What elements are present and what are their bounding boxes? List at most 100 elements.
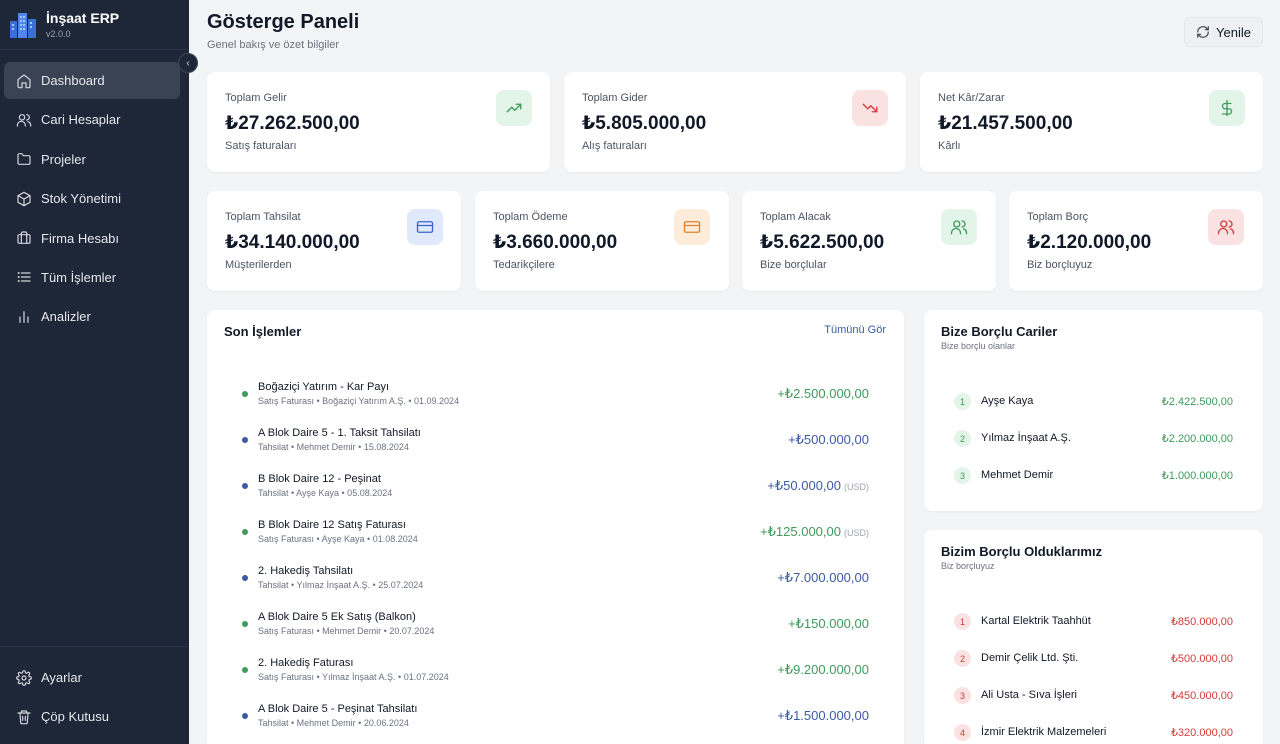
transaction-amount: +₺150.000,00: [788, 616, 869, 632]
transaction-row[interactable]: 2. Hakediş Faturası Satış Faturası • Yıl…: [207, 650, 904, 696]
stat-card-net-kar-zarar: Net Kâr/Zarar ₺21.457.500,00 Kârlı: [920, 72, 1263, 172]
stat-card-toplam-alacak: Toplam Alacak ₺5.622.500,00 Bize borçlul…: [742, 191, 996, 291]
nav-item-cari-hesaplar[interactable]: Cari Hesaplar: [4, 101, 180, 138]
nav-item-dashboard[interactable]: Dashboard: [4, 62, 180, 99]
stat-icon-box: [407, 209, 443, 245]
stat-icon-box: [941, 209, 977, 245]
amount-value: +₺1.500.000,00: [777, 708, 869, 723]
refresh-button[interactable]: Yenile: [1184, 17, 1263, 47]
payable-row[interactable]: 3 Ali Usta - Sıva İşleri ₺450.000,00: [924, 687, 1263, 724]
amount-value: +₺500.000,00: [788, 432, 869, 447]
stat-card-toplam-odeme: Toplam Ödeme ₺3.660.000,00 Tedarikçilere: [475, 191, 729, 291]
payable-row[interactable]: 2 Demir Çelik Ltd. Şti. ₺500.000,00: [924, 650, 1263, 687]
stat-card-toplam-borc: Toplam Borç ₺2.120.000,00 Biz borçluyuz: [1009, 191, 1263, 291]
nav-item-label: Ayarlar: [41, 670, 82, 685]
stat-card-toplam-gelir: Toplam Gelir ₺27.262.500,00 Satış fatura…: [207, 72, 550, 172]
list-icon: [17, 272, 31, 283]
nav-item-analizler[interactable]: Analizler: [4, 298, 180, 335]
rank-badge: 3: [954, 687, 971, 704]
transaction-title: A Blok Daire 5 - 1. Taksit Tahsilatı: [258, 427, 421, 439]
transaction-amount: +₺1.500.000,00: [777, 708, 869, 724]
stat-card-toplam-gider: Toplam Gider ₺5.805.000,00 Alış faturala…: [564, 72, 906, 172]
creditor-name: Kartal Elektrik Taahhüt: [981, 615, 1091, 627]
debtor-amount: ₺1.000.000,00: [1161, 470, 1233, 482]
transaction-row[interactable]: B Blok Daire 12 Satış Faturası Satış Fat…: [207, 512, 904, 558]
transaction-row[interactable]: A Blok Daire 5 - Peşinat Tahsilatı Tahsi…: [207, 696, 904, 742]
transaction-row[interactable]: B Blok Daire 12 - Peşinat Tahsilat • Ayş…: [207, 466, 904, 512]
transaction-meta: Satış Faturası • Boğaziçi Yatırım A.Ş. •…: [258, 396, 460, 406]
sidebar-collapse-button[interactable]: ‹: [178, 53, 198, 73]
nav-item-label: Firma Hesabı: [41, 230, 120, 246]
creditor-name: Demir Çelik Ltd. Şti.: [981, 652, 1079, 664]
debtor-name: Mehmet Demir: [981, 469, 1054, 481]
receivable-row[interactable]: 3 Mehmet Demir ₺1.000.000,00: [924, 467, 1263, 504]
page-subtitle: Genel bakış ve özet bilgiler: [207, 39, 340, 51]
stat-sub: Alış faturaları: [582, 140, 647, 152]
transaction-row[interactable]: Boğaziçi Yatırım - Kar Payı Satış Fatura…: [207, 374, 904, 420]
transaction-row[interactable]: 2. Hakediş Tahsilatı Tahsilat • Yılmaz İ…: [207, 558, 904, 604]
stat-label: Net Kâr/Zarar: [938, 92, 1005, 104]
debtor-name: Yılmaz İnşaat A.Ş.: [981, 432, 1071, 444]
stat-sub: Kârlı: [938, 140, 961, 152]
amount-value: +₺150.000,00: [788, 616, 869, 631]
debtor-amount: ₺2.422.500,00: [1161, 396, 1233, 408]
transaction-meta: Satış Faturası • Ayşe Kaya • 01.08.2024: [258, 534, 418, 544]
panel-subtitle: Bize borçlu olanlar: [941, 341, 1016, 351]
recent-transactions-panel: Son İşlemler Tümünü Gör Boğaziçi Yatırım…: [207, 310, 904, 744]
trash-icon: [17, 710, 31, 725]
nav-item-firma-hesabi[interactable]: Firma Hesabı: [4, 220, 180, 257]
transaction-meta: Tahsilat • Ayşe Kaya • 05.08.2024: [258, 488, 393, 498]
nav-item-label: Dashboard: [41, 73, 105, 88]
creditor-name: İzmir Elektrik Malzemeleri: [981, 726, 1107, 738]
amount-value: +₺2.500.000,00: [777, 386, 869, 401]
stat-value: ₺3.660.000,00: [493, 232, 618, 253]
stat-label: Toplam Gelir: [225, 92, 287, 104]
nav-item-cop-kutusu[interactable]: Çöp Kutusu: [4, 698, 185, 735]
receivable-row[interactable]: 1 Ayşe Kaya ₺2.422.500,00: [924, 393, 1263, 430]
see-all-link[interactable]: Tümünü Gör: [824, 324, 886, 336]
transaction-row[interactable]: A Blok Daire 5 - 1. Taksit Tahsilatı Tah…: [207, 420, 904, 466]
transaction-meta: Tahsilat • Mehmet Demir • 20.06.2024: [258, 718, 409, 728]
transaction-row[interactable]: A Blok Daire 5 Ek Satış (Balkon) Satış F…: [207, 604, 904, 650]
creditor-amount: ₺320.000,00: [1170, 727, 1233, 739]
rank-badge: 3: [954, 467, 971, 484]
stat-value: ₺27.262.500,00: [225, 113, 360, 134]
stat-icon-box: [674, 209, 710, 245]
nav-item-tum-islemler[interactable]: Tüm İşlemler: [4, 259, 180, 296]
rank-badge: 1: [954, 393, 971, 410]
credit-card-icon: [416, 221, 434, 233]
dollar-icon: [1221, 99, 1233, 117]
payable-row[interactable]: 1 Kartal Elektrik Taahhüt ₺850.000,00: [924, 613, 1263, 650]
stat-sub: Biz borçluyuz: [1027, 259, 1093, 271]
stat-sub: Tedarikçilere: [493, 259, 555, 271]
status-dot: [242, 391, 248, 397]
status-dot: [242, 529, 248, 535]
nav-item-label: Stok Yönetimi: [41, 191, 121, 207]
gear-icon: [16, 669, 32, 686]
brand[interactable]: İnşaat ERP v2.0.0: [0, 0, 189, 50]
status-dot: [242, 667, 248, 673]
status-dot: [242, 621, 248, 627]
receivable-row[interactable]: 2 Yılmaz İnşaat A.Ş. ₺2.200.000,00: [924, 430, 1263, 467]
debtor-name: Ayşe Kaya: [981, 395, 1034, 407]
panel-title: Bizim Borçlu Olduklarımız: [941, 544, 1103, 559]
stat-label: Toplam Alacak: [760, 211, 831, 223]
nav-item-label: Projeler: [41, 151, 86, 167]
nav-item-projeler[interactable]: Projeler: [4, 141, 180, 178]
panel-title: Bize Borçlu Cariler: [941, 324, 1058, 339]
refresh-label: Yenile: [1216, 24, 1251, 40]
transaction-amount: +₺2.500.000,00: [777, 386, 869, 402]
stat-icon-box: [852, 90, 888, 126]
transaction-list: Boğaziçi Yatırım - Kar Payı Satış Fatura…: [207, 374, 904, 742]
amount-value: +₺125.000,00: [760, 524, 841, 539]
transaction-title: 2. Hakediş Tahsilatı: [258, 565, 354, 577]
transaction-title: B Blok Daire 12 - Peşinat: [258, 473, 381, 485]
transaction-amount: +₺500.000,00: [788, 432, 869, 448]
nav-item-stok-yonetimi[interactable]: Stok Yönetimi: [4, 180, 180, 217]
creditor-amount: ₺500.000,00: [1170, 653, 1233, 665]
sidebar: İnşaat ERP v2.0.0 Dashboard Cari Hesapla…: [0, 0, 189, 744]
trending-down-icon: [862, 103, 878, 113]
nav-item-ayarlar[interactable]: Ayarlar: [4, 659, 185, 696]
payable-row[interactable]: 4 İzmir Elektrik Malzemeleri ₺320.000,00: [924, 724, 1263, 744]
chevron-left-icon: ‹: [186, 57, 190, 69]
